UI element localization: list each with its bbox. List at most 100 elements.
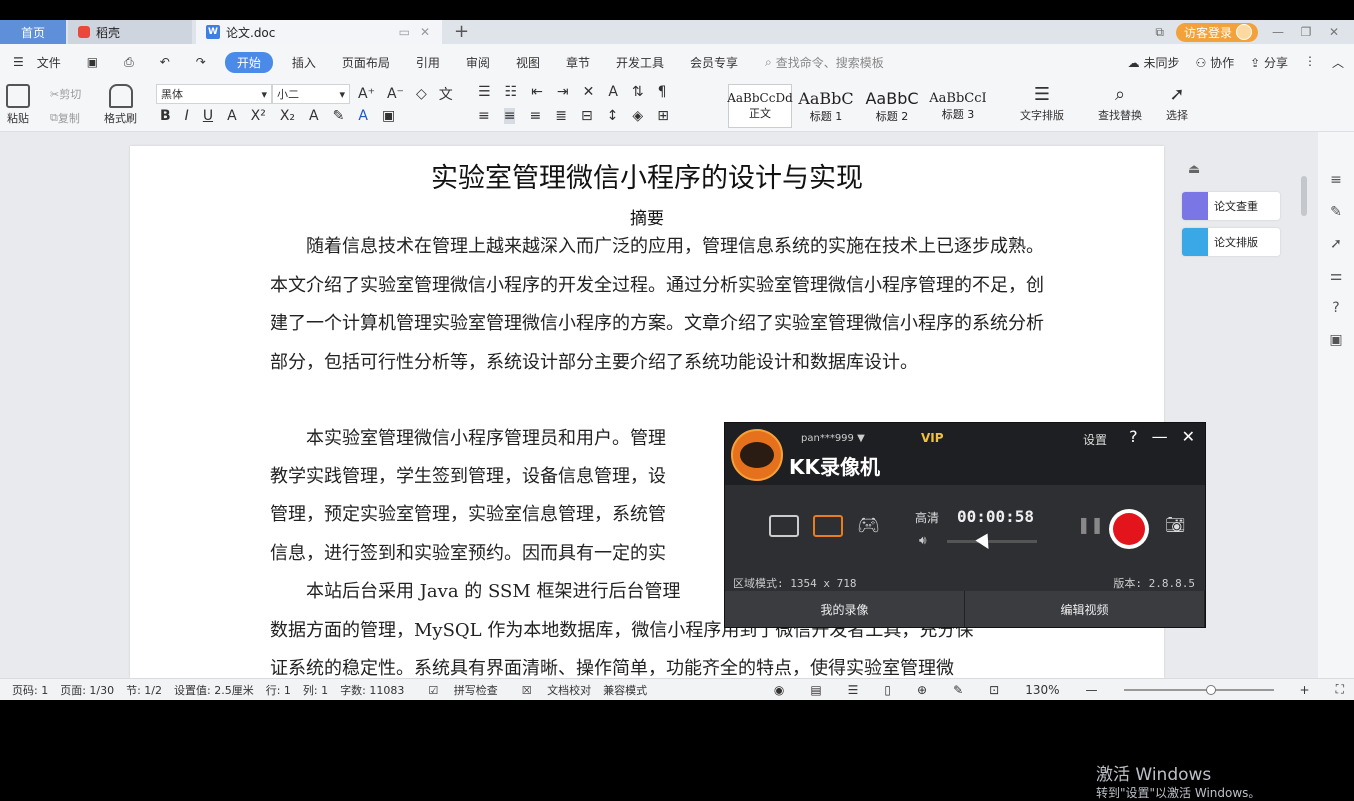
style-normal[interactable]: AaBbCcDd 正文 [727, 84, 793, 128]
collab-button[interactable]: ⚇ 协作 [1196, 54, 1235, 71]
shrink-font-icon[interactable]: A⁻ [387, 86, 404, 102]
kk-settings-button[interactable]: 设置 [1083, 431, 1107, 448]
style-heading-3[interactable]: AaBbCcI 标题 3 [926, 84, 990, 128]
copy-button[interactable]: ⧉ 复制 [50, 110, 80, 126]
sort-icon[interactable]: ⇅ [632, 84, 644, 100]
kk-screenshot-icon[interactable]: 📷︎ [1165, 515, 1185, 534]
restore-icon[interactable]: ❐ [1298, 25, 1314, 39]
eye-protection-icon[interactable]: ◉ [774, 683, 784, 697]
minimize-icon[interactable]: — [1270, 25, 1286, 39]
zoom-in-icon[interactable]: + [1300, 683, 1310, 697]
bullet-list-icon[interactable]: ☰ [478, 84, 491, 100]
command-search[interactable]: ⌕ 查找命令、搜索模板 [765, 54, 884, 71]
text-direction-icon[interactable]: A [608, 84, 618, 100]
numbered-list-icon[interactable]: ☷ [505, 84, 518, 100]
find-replace-button[interactable]: ⌕ 查找替换 [1098, 84, 1142, 123]
status-spell[interactable]: ☑ 拼写检查 [416, 682, 497, 698]
tab-pin-icon[interactable]: ▭ [399, 25, 410, 39]
paper-check-button[interactable]: 论文查重 [1182, 192, 1280, 220]
grow-font-icon[interactable]: A⁺ [358, 86, 375, 102]
page-view-icon[interactable]: ▤ [810, 683, 821, 697]
kk-volume-icon[interactable]: 🔊︎ [919, 533, 927, 548]
outline-view-icon[interactable]: ☰ [848, 683, 859, 697]
bold-icon[interactable]: B [160, 108, 171, 124]
cursor-tool-icon[interactable]: ➚ [1330, 236, 1342, 252]
font-color-icon[interactable]: A [358, 108, 368, 124]
vertical-scrollbar[interactable] [1299, 132, 1309, 678]
decrease-indent-icon[interactable]: ⇤ [531, 84, 543, 100]
paste-button[interactable]: 粘贴 [6, 84, 30, 126]
scrollbar-thumb[interactable] [1301, 176, 1307, 216]
show-marks-icon[interactable]: ¶ [658, 84, 667, 100]
web-view-icon[interactable]: ⊕ [917, 683, 927, 697]
border-icon[interactable]: ⊞ [657, 108, 669, 124]
panel-toggle-icon[interactable]: ⏏ [1188, 162, 1200, 177]
subscript-icon[interactable]: X₂ [280, 108, 295, 124]
quick-save-icon[interactable]: ▣ [74, 55, 111, 69]
format-painter-button[interactable]: 格式刷 [104, 84, 137, 126]
sliders-icon[interactable]: ⚌ [1330, 268, 1343, 284]
more-icon[interactable]: ⋮ [1304, 54, 1316, 71]
menu-reference[interactable]: 引用 [403, 54, 453, 71]
menu-lines-icon[interactable]: ≡ [1330, 172, 1342, 188]
chinese-layout-icon[interactable]: ✕ [583, 84, 595, 100]
kk-quality[interactable]: 高清 [915, 509, 939, 526]
share-button[interactable]: ⇪ 分享 [1250, 54, 1288, 71]
justify-icon[interactable]: ≣ [555, 108, 567, 124]
menu-insert[interactable]: 插入 [279, 54, 329, 71]
pen-mode-icon[interactable]: ✎ [953, 683, 963, 697]
kk-game-mode-icon[interactable]: 🎮︎ [857, 515, 880, 536]
fit-page-icon[interactable]: ⊡ [989, 683, 999, 697]
redo-icon[interactable]: ↷ [183, 55, 219, 69]
superscript-icon[interactable]: X² [251, 108, 266, 124]
kk-close-icon[interactable]: ✕ [1182, 427, 1195, 446]
highlight-icon[interactable]: ✎ [333, 108, 345, 124]
kk-fullscreen-mode-icon[interactable] [769, 515, 799, 537]
clear-format-icon[interactable]: ◇ [416, 86, 427, 102]
zoom-slider[interactable] [1123, 684, 1274, 695]
kk-minimize-icon[interactable]: — [1152, 427, 1168, 446]
pinyin-icon[interactable]: 文 [439, 84, 453, 104]
zoom-out-icon[interactable]: — [1086, 683, 1098, 697]
menu-developer[interactable]: 开发工具 [603, 54, 677, 71]
help-icon[interactable]: ? [1332, 300, 1339, 316]
close-window-icon[interactable]: ✕ [1326, 25, 1342, 39]
text-effect-icon[interactable]: A [309, 108, 319, 124]
quick-print-icon[interactable]: ⎙ [111, 55, 147, 70]
kk-my-recordings-button[interactable]: 我的录像 [725, 591, 965, 627]
line-spacing-icon[interactable]: ↕ [607, 108, 619, 124]
sync-button[interactable]: ☁ 未同步 [1128, 54, 1180, 71]
menu-member[interactable]: 会员专享 [677, 54, 751, 71]
kk-help-icon[interactable]: ? [1129, 427, 1138, 446]
feedback-icon[interactable]: ▣ [1329, 332, 1342, 348]
reading-view-icon[interactable]: ▯ [884, 683, 891, 697]
status-setting[interactable]: 设置值: 2.5厘米 [174, 682, 254, 698]
italic-icon[interactable]: I [185, 108, 189, 124]
kk-region-mode-icon[interactable] [813, 515, 843, 537]
login-button[interactable]: 访客登录 [1175, 22, 1258, 42]
menu-file[interactable]: 文件 [37, 54, 74, 71]
paper-layout-button[interactable]: 论文排版 [1182, 228, 1280, 256]
status-words[interactable]: 字数: 11083 [340, 682, 404, 698]
collapse-ribbon-icon[interactable]: ︿ [1332, 54, 1344, 71]
kk-pause-icon[interactable]: ❚❚ [1077, 515, 1104, 534]
tab-close-icon[interactable]: ✕ [420, 25, 430, 39]
zoom-slider-knob[interactable] [1205, 684, 1216, 695]
menu-chapter[interactable]: 章节 [553, 54, 603, 71]
status-page-code[interactable]: 页码: 1 [12, 682, 48, 698]
fullscreen-icon[interactable]: ⛶ [1336, 682, 1344, 697]
char-border-icon[interactable]: ▣ [382, 108, 395, 124]
underline-icon[interactable]: U [203, 108, 213, 124]
hamburger-menu-icon[interactable]: ☰ [0, 55, 37, 69]
tab-document[interactable]: W 论文.doc ▭ ✕ [196, 20, 442, 44]
kk-record-button[interactable] [1109, 509, 1149, 549]
new-tab-button[interactable]: + [454, 21, 469, 42]
pen-icon[interactable]: ✎ [1330, 204, 1342, 220]
status-proof[interactable]: ☒ 文档校对 [510, 682, 591, 698]
strikethrough-icon[interactable]: A [227, 108, 237, 124]
kk-user[interactable]: pan***999 ▼ [801, 433, 865, 444]
menu-start[interactable]: 开始 [224, 51, 273, 73]
zoom-value[interactable]: 130% [1025, 683, 1059, 697]
kk-edit-video-button[interactable]: 编辑视频 [965, 591, 1205, 627]
cut-button[interactable]: ✂ 剪切 [50, 86, 81, 102]
